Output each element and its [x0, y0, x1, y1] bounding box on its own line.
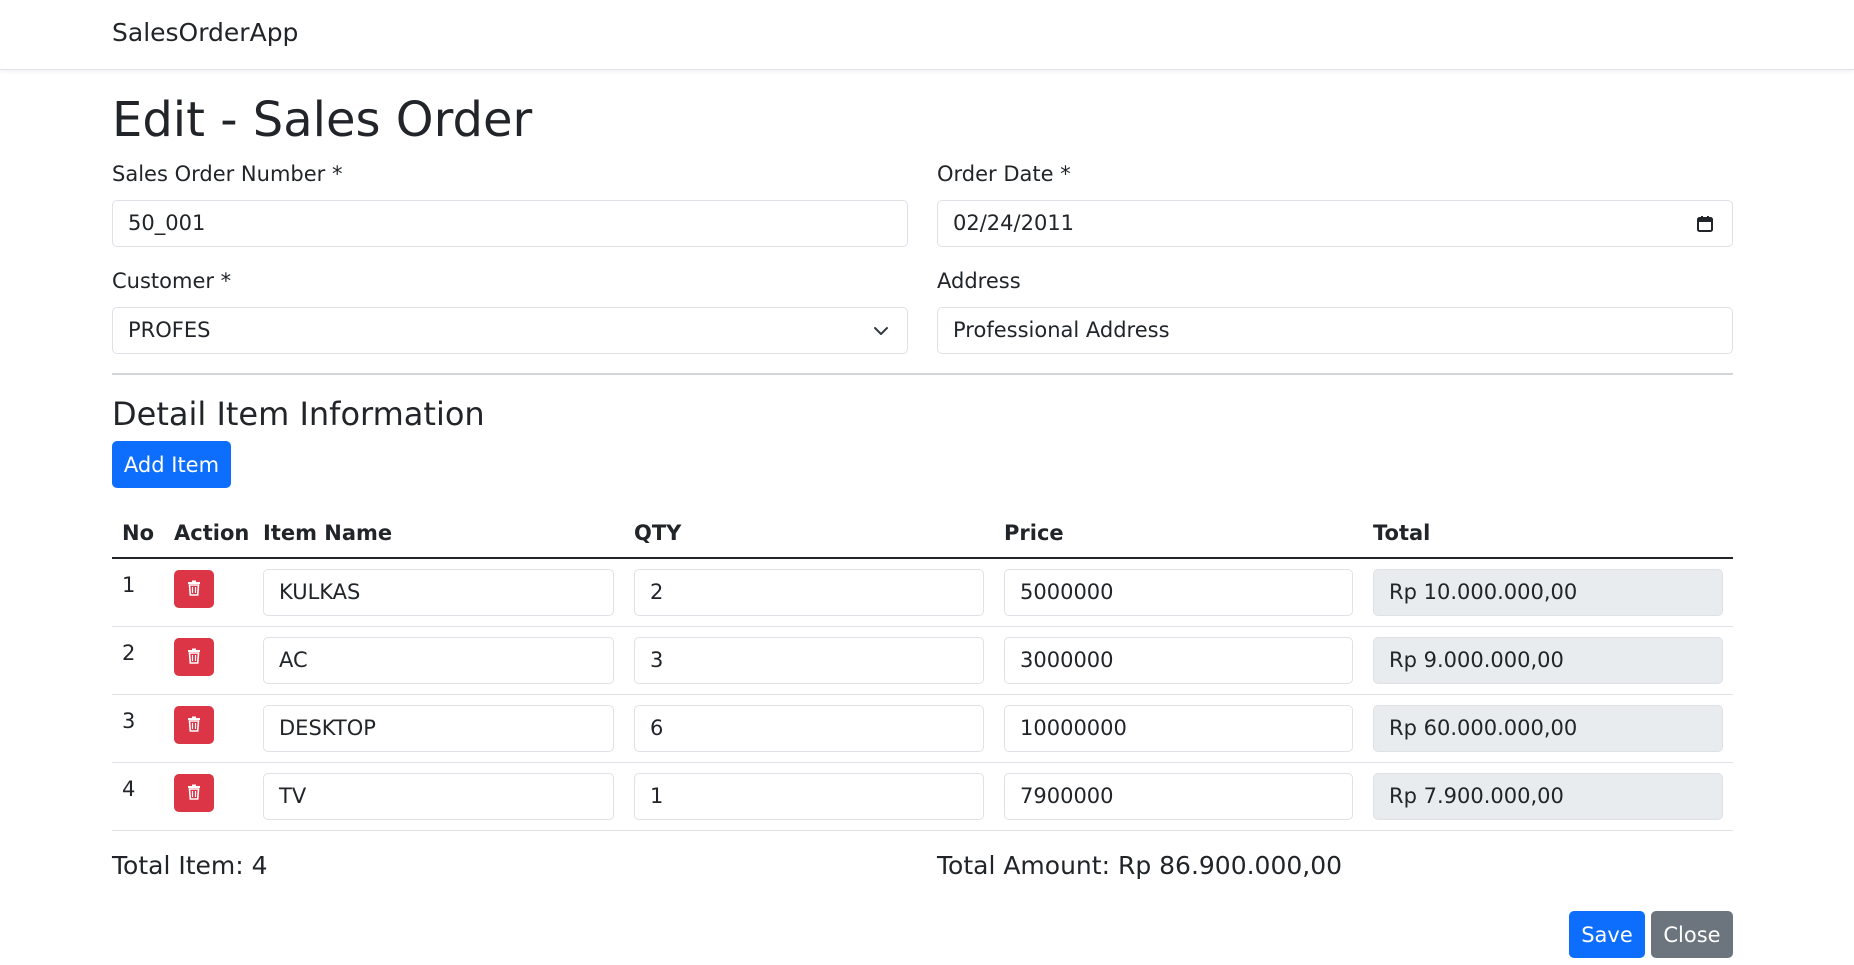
calendar-icon[interactable] [1696, 201, 1714, 246]
delete-row-button[interactable] [174, 774, 214, 812]
row-divider [112, 830, 1733, 831]
delete-row-button[interactable] [174, 706, 214, 744]
item-name-input[interactable]: KULKAS [263, 569, 614, 616]
row-total-field: Rp 60.000.000,00 [1373, 705, 1723, 752]
address-label: Address [937, 269, 1021, 293]
column-header-qty: QTY [634, 521, 682, 545]
section-divider [112, 373, 1733, 375]
delete-row-button[interactable] [174, 638, 214, 676]
price-input[interactable]: 7900000 [1004, 773, 1353, 820]
address-value: Professional Address [953, 318, 1170, 342]
column-header-price: Price [1004, 521, 1064, 545]
so-number-input[interactable]: 50_001 [112, 200, 908, 247]
column-header-no: No [122, 521, 155, 545]
qty-input[interactable]: 2 [634, 569, 984, 616]
column-header-action: Action [174, 521, 250, 545]
page-title: Edit - Sales Order [112, 92, 533, 148]
order-date-value: 02/24/2011 [953, 211, 1075, 235]
row-total-field: Rp 10.000.000,00 [1373, 569, 1723, 616]
price-input[interactable]: 5000000 [1004, 569, 1353, 616]
row-number: 2 [122, 641, 136, 665]
order-date-input[interactable]: 02/24/2011 [937, 200, 1733, 247]
so-number-label: Sales Order Number * [112, 162, 343, 186]
row-total-field: Rp 9.000.000,00 [1373, 637, 1723, 684]
trash-icon [187, 781, 201, 805]
column-header-item-name: Item Name [263, 521, 393, 545]
total-amount: Total Amount: Rp 86.900.000,00 [937, 851, 1343, 880]
trash-icon [187, 577, 201, 601]
row-divider [112, 694, 1733, 695]
delete-row-button[interactable] [174, 570, 214, 608]
trash-icon [187, 645, 201, 669]
app-brand[interactable]: SalesOrderApp [112, 17, 298, 49]
qty-input[interactable]: 6 [634, 705, 984, 752]
price-input[interactable]: 10000000 [1004, 705, 1353, 752]
qty-input[interactable]: 1 [634, 773, 984, 820]
navbar: SalesOrderApp [0, 0, 1854, 70]
chevron-down-icon [873, 308, 889, 353]
item-name-input[interactable]: TV [263, 773, 614, 820]
save-button[interactable]: Save [1569, 911, 1645, 958]
row-number: 1 [122, 573, 136, 597]
price-input[interactable]: 3000000 [1004, 637, 1353, 684]
row-divider [112, 626, 1733, 627]
qty-input[interactable]: 3 [634, 637, 984, 684]
customer-select[interactable]: PROFES [112, 307, 908, 354]
table-header-border [112, 557, 1733, 559]
order-date-label: Order Date * [937, 162, 1071, 186]
detail-section-title: Detail Item Information [112, 395, 485, 433]
row-number: 3 [122, 709, 136, 733]
close-button[interactable]: Close [1651, 911, 1733, 958]
customer-label: Customer * [112, 269, 232, 293]
row-divider [112, 762, 1733, 763]
total-item-count: Total Item: 4 [112, 851, 268, 880]
add-item-button[interactable]: Add Item [112, 441, 231, 488]
row-number: 4 [122, 777, 136, 801]
item-name-input[interactable]: DESKTOP [263, 705, 614, 752]
row-total-field: Rp 7.900.000,00 [1373, 773, 1723, 820]
so-number-value: 50_001 [128, 211, 206, 235]
trash-icon [187, 713, 201, 737]
customer-value: PROFES [128, 318, 211, 342]
address-input[interactable]: Professional Address [937, 307, 1733, 354]
item-name-input[interactable]: AC [263, 637, 614, 684]
column-header-total: Total [1373, 521, 1431, 545]
